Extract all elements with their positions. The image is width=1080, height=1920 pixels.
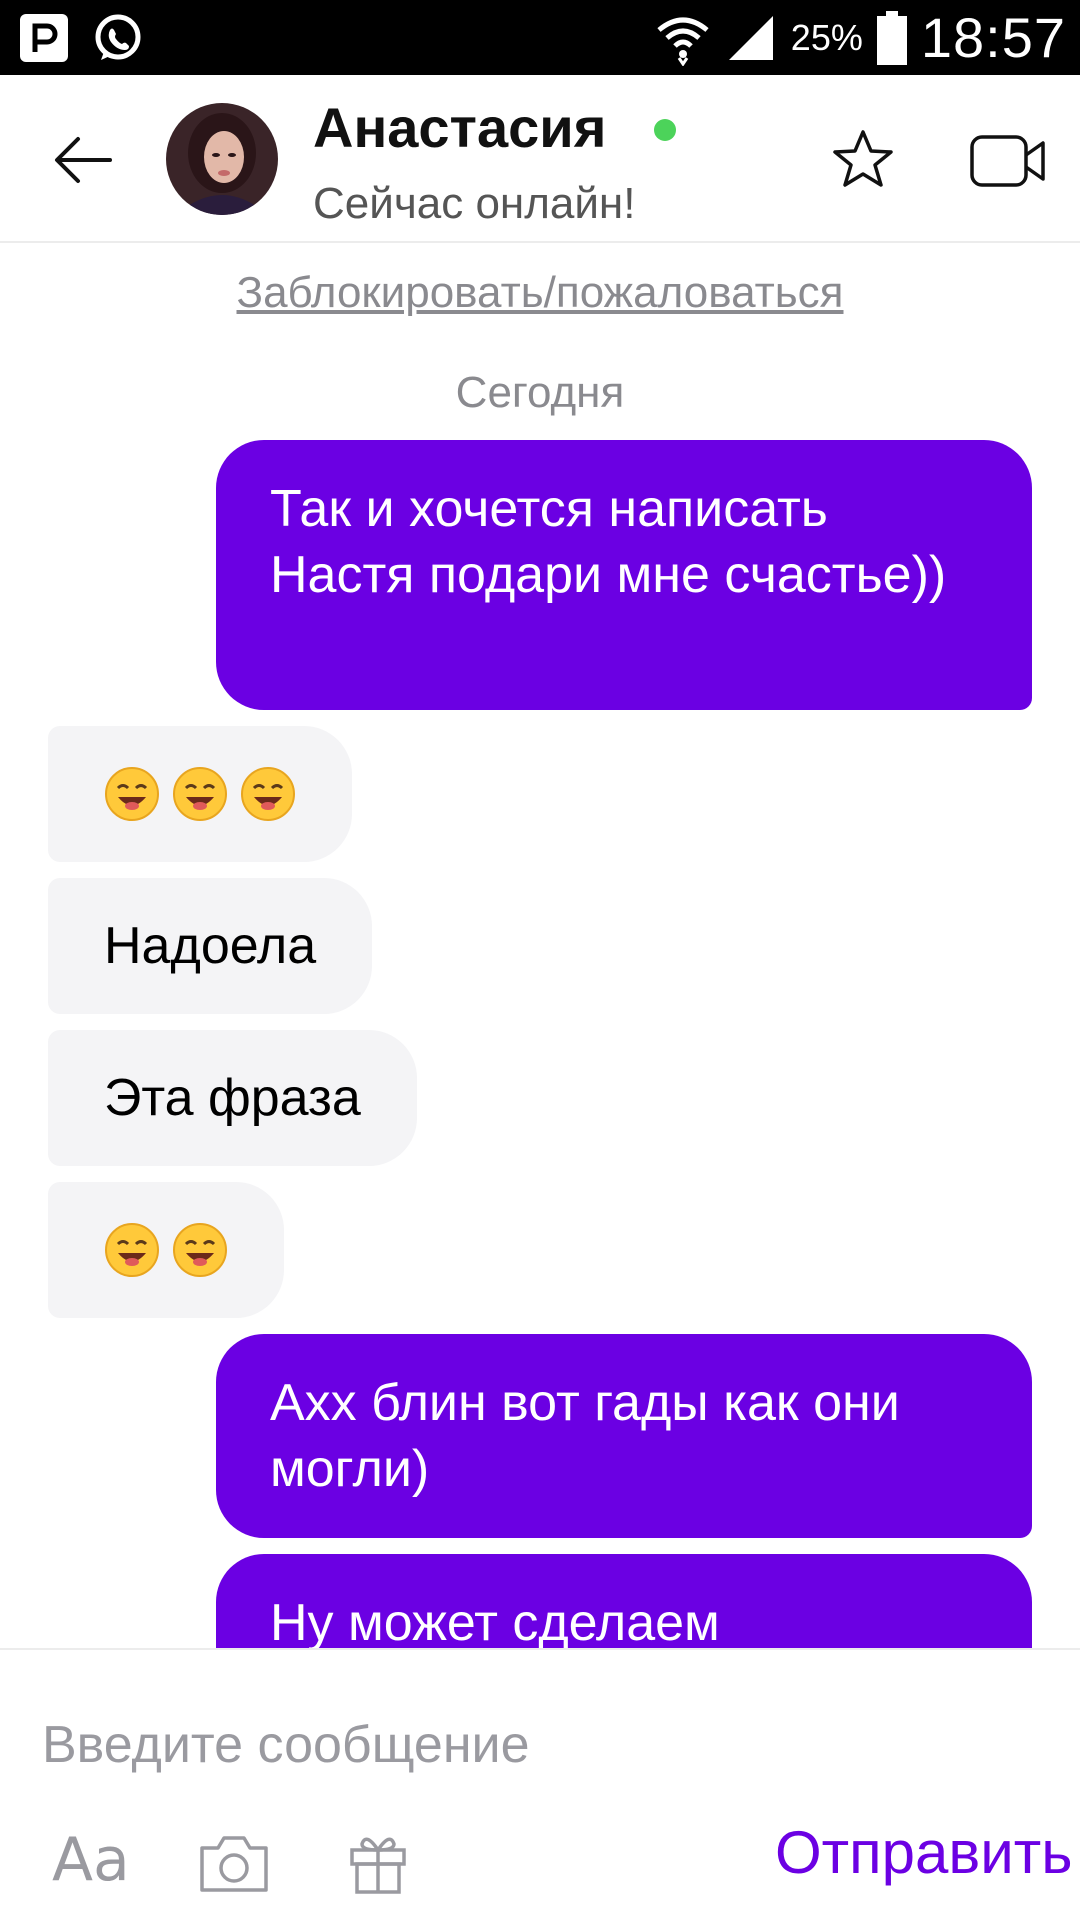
message-text: Ну может сделаем <box>270 1594 720 1648</box>
outgoing-message[interactable]: Ну может сделаем <box>216 1554 1032 1648</box>
message-text: Так и хочется написать Настя подари мне … <box>270 480 947 604</box>
wifi-icon <box>657 17 709 66</box>
incoming-message[interactable] <box>48 726 352 862</box>
signal-icon <box>728 15 773 60</box>
back-arrow-icon[interactable] <box>50 125 120 195</box>
incoming-message[interactable]: Надоела <box>48 878 373 1014</box>
battery-percent: 25% <box>790 16 863 58</box>
whatsapp-icon <box>95 14 141 60</box>
gift-icon[interactable] <box>348 1830 408 1894</box>
contact-status: Сейчас онлайн! <box>313 179 636 228</box>
date-separator: Сегодня <box>455 368 625 417</box>
incoming-message[interactable]: Эта фраза <box>48 1030 417 1166</box>
avatar-photo <box>166 103 278 215</box>
online-indicator <box>654 119 676 141</box>
grinning-face-icon <box>105 767 159 821</box>
message-input[interactable] <box>42 1710 1042 1780</box>
camera-icon[interactable] <box>196 1832 272 1896</box>
send-button[interactable]: Отправить <box>775 1818 1073 1887</box>
text-format-button[interactable]: Aa <box>52 1825 130 1895</box>
contact-name[interactable]: Анастасия <box>313 95 606 160</box>
star-icon[interactable] <box>830 127 896 193</box>
clock: 18:57 <box>920 6 1066 69</box>
message-list[interactable]: Так и хочется написать Настя подари мне … <box>0 430 1080 1648</box>
message-text: Эта фраза <box>104 1069 361 1127</box>
grinning-face-icon <box>173 767 227 821</box>
battery-icon <box>876 10 907 65</box>
avatar[interactable] <box>166 103 278 215</box>
grinning-face-icon <box>241 767 295 821</box>
p-app-icon <box>20 14 68 62</box>
block-report-link[interactable]: Заблокировать/пожаловаться <box>0 268 1080 318</box>
incoming-message[interactable] <box>48 1182 284 1318</box>
message-text: Ахх блин вот гады как они могли) <box>270 1374 900 1498</box>
grinning-face-icon <box>173 1223 227 1277</box>
message-composer: Aa Отправить <box>0 1648 1080 1920</box>
video-call-icon[interactable] <box>970 133 1046 189</box>
outgoing-message[interactable]: Ахх блин вот гады как они могли) <box>216 1334 1032 1538</box>
emoji-row <box>104 766 296 822</box>
emoji-row <box>104 1222 228 1278</box>
message-text: Надоела <box>104 917 317 975</box>
grinning-face-icon <box>105 1223 159 1277</box>
outgoing-message[interactable]: Так и хочется написать Настя подари мне … <box>216 440 1032 710</box>
chat-header: Анастасия Сейчас онлайн! <box>0 75 1080 243</box>
status-bar: 25% 18:57 <box>0 0 1080 75</box>
